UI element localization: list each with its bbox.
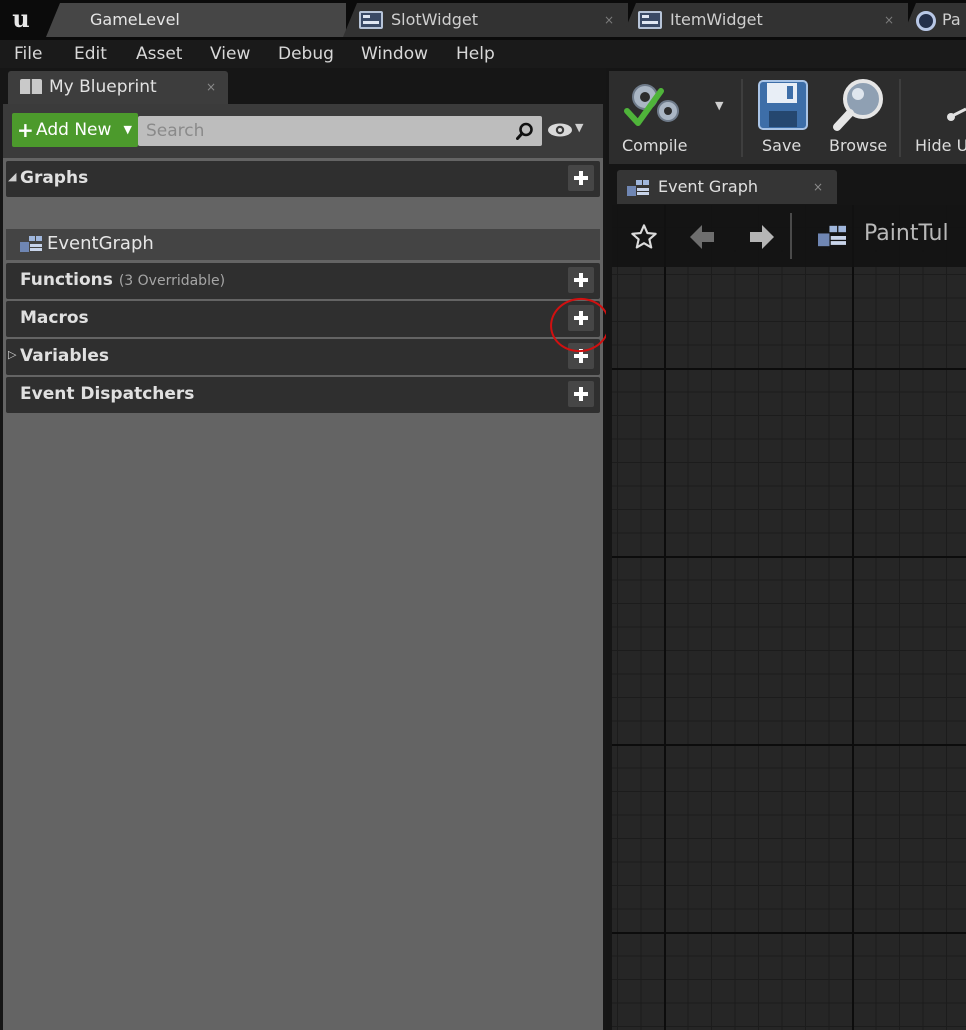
graph-canvas[interactable]: PaintTul bbox=[612, 205, 966, 1030]
menu-view[interactable]: View bbox=[210, 44, 250, 64]
section-label: Macros bbox=[20, 308, 89, 328]
add-function-button[interactable] bbox=[568, 267, 594, 293]
toolbar-divider bbox=[741, 79, 743, 157]
menu-debug[interactable]: Debug bbox=[278, 44, 334, 64]
event-graph-icon bbox=[818, 225, 846, 247]
list-item-label: EventGraph bbox=[47, 233, 154, 254]
section-subtitle: (3 Overridable) bbox=[118, 273, 226, 289]
search-icon[interactable] bbox=[516, 122, 534, 140]
widget-blueprint-icon bbox=[359, 11, 383, 29]
save-label: Save bbox=[762, 136, 802, 155]
tab-label: GameLevel bbox=[90, 10, 180, 29]
search-input[interactable] bbox=[138, 116, 508, 146]
my-blueprint-toolbar: + Add New ▼ ▼ bbox=[3, 104, 603, 158]
section-graphs[interactable]: ◢ Graphs bbox=[6, 161, 600, 197]
eye-icon[interactable] bbox=[547, 122, 573, 138]
tab-label: SlotWidget bbox=[391, 10, 479, 29]
star-icon[interactable] bbox=[630, 223, 658, 251]
chevron-down-icon[interactable]: ▼ bbox=[715, 99, 723, 112]
plus-icon: + bbox=[17, 118, 34, 142]
expanded-arrow-icon[interactable]: ◢ bbox=[8, 170, 16, 183]
compile-button[interactable]: ▼ Compile bbox=[609, 71, 737, 164]
section-title: Functions bbox=[20, 270, 113, 290]
event-graph-icon bbox=[627, 180, 649, 196]
blueprint-toolbar: ▼ Compile Save Browse Hide U bbox=[609, 71, 966, 164]
tab-paint-blueprint[interactable]: Pa bbox=[902, 3, 966, 37]
tab-label: Pa bbox=[942, 10, 961, 29]
browse-button[interactable]: Browse bbox=[823, 71, 893, 164]
tab-label: My Blueprint bbox=[49, 77, 157, 97]
section-variables[interactable]: ▷ Variables bbox=[6, 339, 600, 375]
menu-asset[interactable]: Asset bbox=[136, 44, 182, 64]
section-label: Graphs bbox=[20, 168, 89, 188]
section-macros[interactable]: Macros bbox=[6, 301, 600, 337]
list-item-eventgraph[interactable]: EventGraph bbox=[6, 229, 600, 260]
add-graph-button[interactable] bbox=[568, 165, 594, 191]
browse-label: Browse bbox=[829, 136, 888, 155]
tab-label: Event Graph bbox=[658, 177, 758, 196]
compile-label: Compile bbox=[622, 136, 688, 155]
toolbar-divider bbox=[899, 79, 901, 157]
save-icon bbox=[758, 80, 808, 130]
book-icon bbox=[20, 79, 42, 94]
tab-my-blueprint[interactable]: My Blueprint × bbox=[8, 71, 228, 104]
add-new-button[interactable]: + Add New ▼ bbox=[12, 113, 138, 147]
hide-unrelated-label: Hide U bbox=[915, 136, 966, 155]
tab-event-graph[interactable]: Event Graph × bbox=[617, 170, 837, 204]
menu-help[interactable]: Help bbox=[456, 44, 495, 64]
my-blueprint-panel: My Blueprint × + Add New ▼ ▼ bbox=[0, 68, 606, 1030]
section-functions[interactable]: Functions (3 Overridable) bbox=[6, 263, 600, 299]
tab-close-icon[interactable]: × bbox=[884, 3, 894, 37]
graph-breadcrumb-bar: PaintTul bbox=[612, 205, 966, 267]
tab-gamelevel[interactable]: GameLevel bbox=[46, 3, 346, 37]
tab-close-icon[interactable]: × bbox=[813, 180, 823, 194]
magnifier-icon bbox=[833, 79, 883, 131]
my-blueprint-content: + Add New ▼ ▼ ◢ Graphs bbox=[3, 104, 603, 1030]
tab-label: ItemWidget bbox=[670, 10, 763, 29]
breadcrumb-divider bbox=[790, 213, 792, 259]
widget-blueprint-icon bbox=[638, 11, 662, 29]
hide-unrelated-icon bbox=[947, 107, 966, 121]
breadcrumb-path: PaintTul bbox=[864, 221, 949, 246]
tab-slotwidget[interactable]: SlotWidget × bbox=[343, 3, 628, 37]
save-button[interactable]: Save bbox=[749, 71, 819, 164]
event-graph-icon bbox=[20, 236, 42, 252]
menu-window[interactable]: Window bbox=[361, 44, 428, 64]
chevron-down-icon: ▼ bbox=[123, 123, 132, 136]
section-label: Variables bbox=[20, 346, 110, 366]
tab-close-icon[interactable]: × bbox=[604, 3, 614, 37]
back-arrow-icon[interactable] bbox=[688, 223, 716, 251]
tab-close-icon[interactable]: × bbox=[206, 80, 216, 94]
menu-file[interactable]: File bbox=[14, 44, 42, 64]
chevron-down-icon[interactable]: ▼ bbox=[575, 121, 583, 134]
menu-edit[interactable]: Edit bbox=[74, 44, 107, 64]
menu-bar: File Edit Asset View Debug Window Help bbox=[0, 40, 966, 68]
section-label: Functions (3 Overridable) bbox=[20, 270, 225, 290]
graph-editor: ▼ Compile Save Browse Hide U Event Graph… bbox=[606, 68, 966, 1030]
unreal-logo-icon[interactable]: u bbox=[4, 2, 38, 36]
section-label: Event Dispatchers bbox=[20, 384, 195, 404]
collapsed-arrow-icon[interactable]: ▷ bbox=[8, 348, 16, 361]
add-event-dispatcher-button[interactable] bbox=[568, 381, 594, 407]
search-box[interactable] bbox=[138, 116, 542, 146]
tab-itemwidget[interactable]: ItemWidget × bbox=[622, 3, 908, 37]
add-new-label: Add New bbox=[36, 120, 112, 140]
hide-unrelated-button[interactable]: Hide U bbox=[905, 71, 966, 164]
forward-arrow-icon[interactable] bbox=[748, 223, 776, 251]
document-tab-bar: u GameLevel SlotWidget × ItemWidget × Pa bbox=[0, 0, 966, 40]
compile-icon bbox=[624, 84, 679, 126]
blueprint-class-icon bbox=[916, 11, 936, 31]
section-event-dispatchers[interactable]: Event Dispatchers bbox=[6, 377, 600, 413]
